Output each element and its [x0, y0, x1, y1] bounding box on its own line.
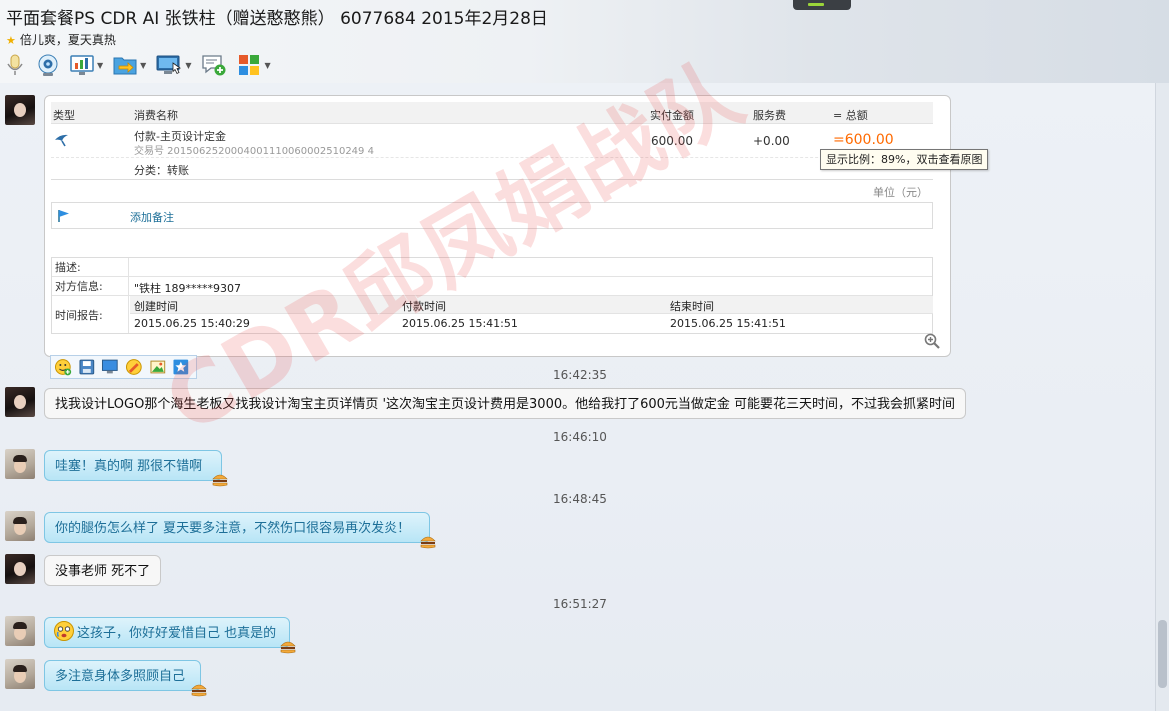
signature-row: ★ 倍儿爽，夏天真热: [6, 31, 116, 48]
description-table: 描述: 对方信息: "铁柱 189*****9307 时间报告: 创建时间 付款…: [51, 257, 933, 334]
transaction-detail: 类型 消费名称 实付金额 服务费 = 总额 付款-主页设计定金 交易号 2015…: [51, 102, 933, 229]
hamburger-icon: [420, 536, 436, 549]
zoom-ratio-tooltip: 显示比例：89%，双击查看原图: [820, 149, 989, 170]
message-timestamp: 16:48:45: [553, 492, 607, 506]
transaction-item-row: 付款-主页设计定金 交易号 20150625200040011100600025…: [51, 124, 933, 158]
avatar[interactable]: [5, 554, 35, 584]
paid-time-value: 2015.06.25 15:41:51: [402, 317, 518, 330]
unit-label: 单位（元）: [873, 186, 928, 199]
crying-face-icon: [54, 621, 74, 641]
transaction-header-row: 类型 消费名称 实付金额 服务费 = 总额: [51, 102, 933, 124]
zoom-in-icon[interactable]: [924, 333, 940, 349]
avatar[interactable]: [5, 387, 35, 417]
message-text: 这孩子，你好好爱惜自己 也真是的: [77, 626, 277, 641]
window-header: 平面套餐PS CDR AI 张铁柱（赠送憨憨熊） 6077684 2015年2月…: [0, 0, 1169, 83]
toolbar: ▼ ▼ ▼ ▼: [4, 52, 281, 78]
transaction-card[interactable]: 类型 消费名称 实付金额 服务费 = 总额 付款-主页设计定金 交易号 2015…: [44, 95, 951, 357]
gallery-icon[interactable]: [149, 358, 167, 376]
message-bubble[interactable]: 这孩子，你好好爱惜自己 也真是的: [44, 617, 296, 654]
message-bubble[interactable]: 你的腿伤怎么样了 夏天要多注意，不然伤口很容易再次发炎！: [44, 512, 436, 549]
avatar[interactable]: [5, 511, 35, 541]
avatar[interactable]: [5, 449, 35, 479]
message-timestamp: 16:46:10: [553, 430, 607, 444]
item-total: =600.00: [833, 132, 894, 148]
file-transfer-button[interactable]: ▼: [113, 54, 146, 76]
chevron-down-icon[interactable]: ▼: [140, 61, 146, 70]
save-icon[interactable]: [78, 358, 96, 376]
description-label: 描述:: [52, 258, 129, 276]
edit-icon[interactable]: [125, 358, 143, 376]
message-bubble[interactable]: 哇塞！真的啊 那很不错啊: [44, 450, 228, 487]
new-message-icon: [202, 55, 226, 76]
scrollbar-thumb[interactable]: [1158, 620, 1167, 688]
microphone-icon: [7, 54, 23, 75]
created-time-value: 2015.06.25 15:40:29: [134, 317, 250, 330]
apps-icon: [239, 55, 260, 75]
video-camera-icon: [38, 54, 58, 76]
favorite-icon[interactable]: [172, 358, 190, 376]
remote-desktop-button[interactable]: ▼: [156, 54, 191, 76]
category-label: 分类：转账: [134, 164, 189, 177]
counterparty-label: 对方信息:: [52, 277, 129, 295]
apps-button[interactable]: ▼: [237, 53, 271, 77]
window-title: 平面套餐PS CDR AI 张铁柱（赠送憨憨熊） 6077684 2015年2月…: [6, 9, 548, 29]
avatar[interactable]: [5, 95, 35, 125]
hamburger-icon: [280, 641, 296, 654]
video-button[interactable]: [36, 53, 60, 77]
add-remark-link[interactable]: 添加备注: [130, 209, 174, 225]
avatar[interactable]: [5, 616, 35, 646]
category-row: 分类：转账: [51, 158, 933, 180]
finished-time-label: 结束时间: [670, 300, 714, 313]
message-timestamp: 16:51:27: [553, 597, 607, 611]
message-bubble[interactable]: 没事老师 死不了: [44, 555, 162, 586]
message-bubble[interactable]: 找我设计LOGO那个海生老板又找我设计淘宝主页详情页 '这次淘宝主页设计费用是3…: [44, 388, 967, 419]
screen-share-button[interactable]: ▼: [70, 54, 103, 76]
message-bubble[interactable]: 多注意身体多照顾自己: [44, 660, 207, 697]
created-time-label: 创建时间: [134, 300, 178, 313]
col-type: 类型: [53, 109, 75, 122]
hamburger-icon: [191, 684, 207, 697]
screen-share-icon: [70, 55, 94, 75]
flag-icon: [58, 210, 69, 222]
col-total: = 总额: [833, 109, 868, 122]
voice-button[interactable]: [4, 53, 26, 77]
file-transfer-icon: [113, 57, 137, 75]
item-amount: 600.00: [651, 134, 693, 148]
avatar[interactable]: [5, 659, 35, 689]
time-report-row: 时间报告: 创建时间 付款时间 结束时间 2015.06.25 15:40:29…: [52, 296, 933, 333]
signature-text: 倍儿爽，夏天真热: [19, 33, 116, 47]
col-amount: 实付金额: [650, 109, 694, 122]
counterparty-value: "铁柱 189*****9307: [134, 282, 242, 295]
payment-type-icon: [55, 134, 68, 147]
time-report-label: 时间报告:: [52, 296, 129, 333]
star-icon: ★: [6, 34, 16, 47]
item-fee: +0.00: [753, 134, 790, 148]
chevron-down-icon[interactable]: ▼: [264, 61, 270, 70]
finished-time-value: 2015.06.25 15:41:51: [670, 317, 786, 330]
col-fee: 服务费: [753, 109, 786, 122]
item-serial: 交易号 2015062520004001110060002510249 4: [134, 146, 374, 157]
paid-time-label: 付款时间: [402, 300, 446, 313]
chevron-down-icon[interactable]: ▼: [185, 61, 191, 70]
screen-icon[interactable]: [101, 358, 119, 376]
time-report-header: 创建时间 付款时间 结束时间: [130, 296, 933, 314]
message-text: 哇塞！真的啊 那很不错啊: [55, 459, 203, 474]
remote-desktop-icon: [156, 55, 182, 75]
emoji-add-icon[interactable]: [54, 358, 72, 376]
new-message-button[interactable]: [201, 53, 227, 77]
chevron-down-icon[interactable]: ▼: [97, 61, 103, 70]
message-text: 多注意身体多照顾自己: [55, 669, 186, 684]
counterparty-row: 对方信息: "铁柱 189*****9307: [52, 277, 932, 296]
signal-indicator: [793, 0, 851, 10]
chat-scrollbar[interactable]: [1155, 83, 1169, 711]
hamburger-icon: [212, 474, 228, 487]
description-row: 描述:: [52, 258, 932, 277]
remark-box[interactable]: 添加备注: [51, 202, 933, 229]
unit-row: 单位（元）: [51, 180, 933, 202]
col-name: 消费名称: [134, 109, 178, 122]
message-text: 你的腿伤怎么样了 夏天要多注意，不然伤口很容易再次发炎！: [55, 521, 411, 536]
image-action-bar: [50, 355, 197, 379]
message-timestamp: 16:42:35: [553, 368, 607, 382]
